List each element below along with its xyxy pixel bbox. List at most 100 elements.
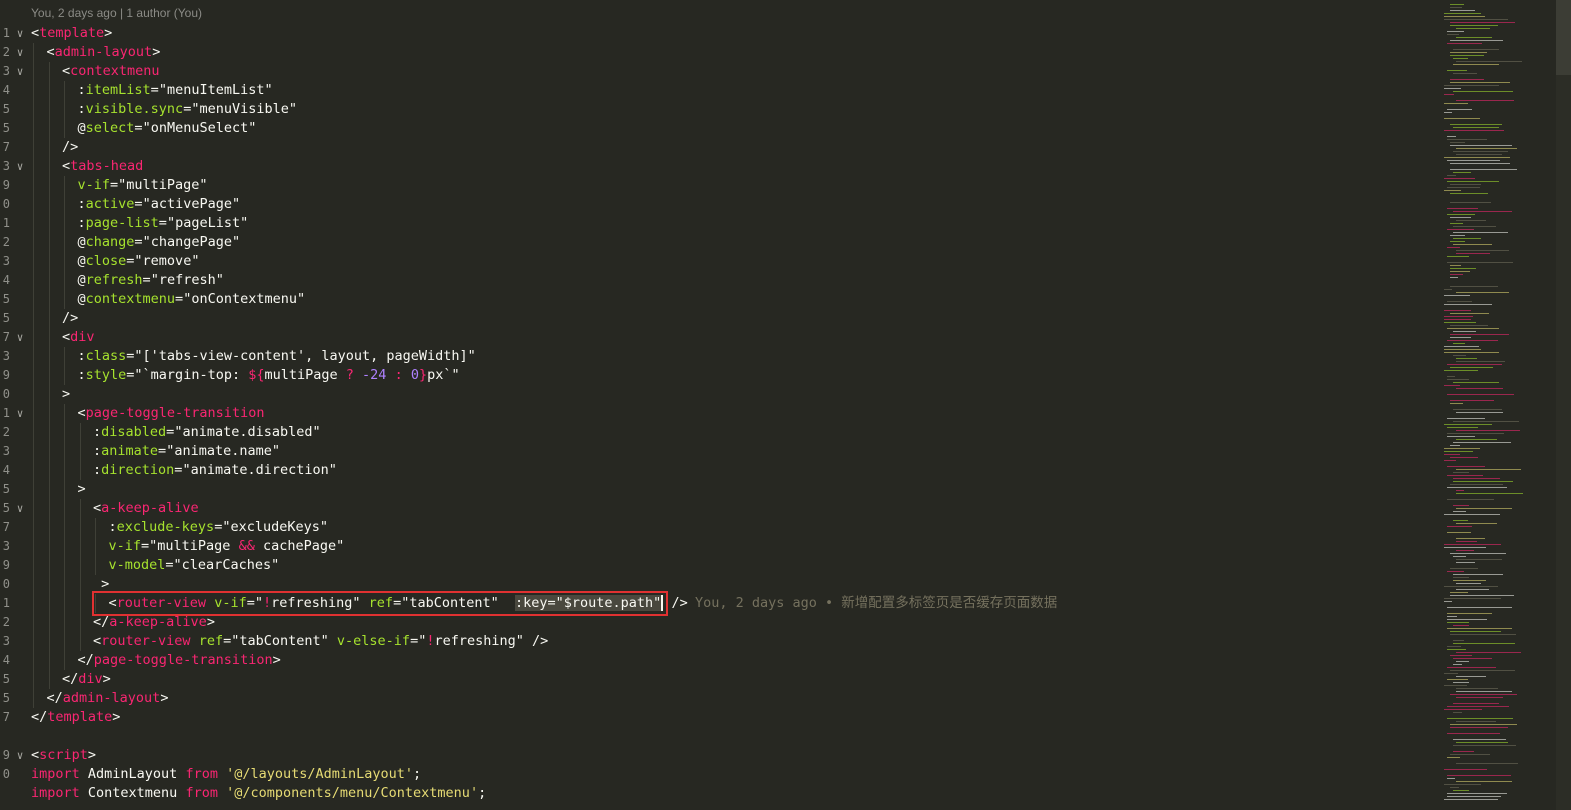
line-number: 2	[2, 45, 10, 59]
minimap-line	[1447, 394, 1514, 395]
fold-chevron-icon[interactable]: ∨	[14, 746, 26, 765]
code-line[interactable]: 2:disabled="animate.disabled"	[0, 423, 1440, 442]
code-line[interactable]: 3 v-if="multiPage && cachePage"	[0, 537, 1440, 556]
code-line[interactable]: import Contextmenu from '@/components/me…	[0, 784, 1440, 803]
indent-guide	[64, 518, 65, 537]
fold-chevron-icon[interactable]: ∨	[14, 404, 26, 423]
minimap-line	[1450, 55, 1484, 56]
indent-guide	[64, 176, 65, 195]
code-line[interactable]: 7:exclude-keys="excludeKeys"	[0, 518, 1440, 537]
code-line[interactable]: 5 </admin-layout>	[0, 689, 1440, 708]
minimap-line	[1447, 427, 1478, 428]
token-attr: active	[85, 196, 135, 212]
indent-guide	[64, 651, 65, 670]
fold-chevron-icon[interactable]: ∨	[14, 43, 26, 62]
code-line[interactable]: 0 >	[0, 385, 1440, 404]
vertical-scrollbar[interactable]	[1556, 0, 1571, 810]
minimap-line	[1450, 631, 1501, 632]
code-line[interactable]: 3:animate="animate.name"	[0, 442, 1440, 461]
token-pun: <	[62, 158, 71, 174]
indent-guide	[64, 537, 65, 556]
line-number: 5	[2, 672, 10, 686]
code-line[interactable]: 4 @refresh="refresh"	[0, 271, 1440, 290]
code-line[interactable]: 4:itemList="menuItemList"	[0, 81, 1440, 100]
codelens-author[interactable]: You, 2 days ago | 1 author (You)	[31, 6, 202, 20]
code-line[interactable]: 5:visible.sync="menuVisible"	[0, 100, 1440, 119]
code-line[interactable]: 0:active="activePage"	[0, 195, 1440, 214]
minimap-line	[1447, 607, 1512, 608]
token-str: multiPage	[264, 367, 346, 383]
token-pun: =	[158, 215, 167, 231]
minimap-line	[1447, 532, 1471, 533]
minimap-line	[1450, 235, 1465, 236]
minimap-line	[1447, 526, 1472, 527]
code-line[interactable]: 5 ∨ <a-keep-alive	[0, 499, 1440, 518]
fold-chevron-icon[interactable]: ∨	[14, 24, 26, 43]
scrollbar-thumb[interactable]	[1556, 0, 1571, 75]
code-line[interactable]: 7 ∨ <div	[0, 328, 1440, 347]
code-line[interactable]: 3 ∨ <contextmenu	[0, 62, 1440, 81]
minimap-line	[1450, 634, 1516, 635]
minimap-line	[1453, 625, 1469, 626]
minimap-line	[1450, 4, 1464, 5]
code-line[interactable]: 1:page-list="pageList"	[0, 214, 1440, 233]
code-line[interactable]: 9 v-model="clearCaches"	[0, 556, 1440, 575]
indent-guide	[48, 81, 50, 100]
fold-chevron-icon[interactable]: ∨	[14, 157, 26, 176]
token-str: cachePage"	[254, 538, 345, 554]
minimap-line	[1447, 706, 1509, 707]
line-number: 1	[2, 406, 10, 420]
code-line[interactable]: 4:direction="animate.direction"	[0, 461, 1440, 480]
indent-guide	[33, 651, 34, 670]
minimap-line	[1456, 652, 1521, 653]
code-line[interactable]: 5 >	[0, 480, 1440, 499]
code-line[interactable]: 9:style="`margin-top: ${multiPage ? -24 …	[0, 366, 1440, 385]
code-line[interactable]: 9 v-if="multiPage"	[0, 176, 1440, 195]
code-line[interactable]: 3 @close="remove"	[0, 252, 1440, 271]
minimap-line	[1447, 328, 1499, 329]
code-line[interactable]: 9 ∨ <script>	[0, 746, 1440, 765]
minimap[interactable]	[1440, 0, 1556, 810]
code-line[interactable]: 1 ∨ <template>	[0, 24, 1440, 43]
indent-guide	[33, 556, 34, 575]
code-line[interactable]: 3:class="['tabs-view-content', layout, p…	[0, 347, 1440, 366]
minimap-line	[1444, 103, 1468, 104]
code-line[interactable]: 5 />	[0, 309, 1440, 328]
minimap-line	[1456, 550, 1474, 551]
code-line[interactable]: 7 </template>	[0, 708, 1440, 727]
minimap-line	[1450, 217, 1471, 218]
code-line[interactable]: 4 </page-toggle-transition>	[0, 651, 1440, 670]
minimap-line	[1450, 325, 1488, 326]
token-tag: router-view	[101, 633, 191, 649]
token-str: "animate.direction"	[182, 462, 337, 478]
code-editor[interactable]: 1 ∨ <template> 2 ∨ <admin-layout> 3 ∨ <contextme…	[0, 24, 1440, 810]
code-line[interactable]	[0, 727, 1440, 746]
code-line[interactable]: 2 @change="changePage"	[0, 233, 1440, 252]
code-line[interactable]: 2 ∨ <admin-layout>	[0, 43, 1440, 62]
code-line[interactable]: 0 import AdminLayout from '@/layouts/Admi…	[0, 765, 1440, 784]
code-line[interactable]: 5 @select="onMenuSelect"	[0, 119, 1440, 138]
minimap-line	[1453, 580, 1486, 581]
token-tag: page-toggle-transition	[93, 652, 273, 668]
indent-guide	[33, 689, 34, 708]
token-str: "activePage"	[142, 196, 241, 212]
minimap-line	[1447, 718, 1513, 719]
indent-guide	[48, 480, 50, 499]
code-text: <admin-layout>	[47, 43, 161, 62]
token-attr: direction	[101, 462, 175, 478]
line-number: 5	[2, 691, 10, 705]
code-line[interactable]: 3 <router-view ref="tabContent" v-else-if…	[0, 632, 1440, 651]
code-line[interactable]: 5 </div>	[0, 670, 1440, 689]
fold-chevron-icon[interactable]: ∨	[14, 62, 26, 81]
code-line[interactable]: 7 />	[0, 138, 1440, 157]
indent-guide	[33, 461, 34, 480]
fold-chevron-icon[interactable]: ∨	[14, 328, 26, 347]
fold-chevron-icon[interactable]: ∨	[14, 499, 26, 518]
code-line[interactable]: 5 @contextmenu="onContextmenu"	[0, 290, 1440, 309]
minimap-line	[1447, 667, 1496, 668]
minimap-line	[1444, 322, 1476, 323]
minimap-line	[1450, 334, 1509, 335]
code-line[interactable]: 1 ∨ <page-toggle-transition	[0, 404, 1440, 423]
code-line[interactable]: 3 ∨ <tabs-head	[0, 157, 1440, 176]
indent-guide	[64, 632, 65, 651]
